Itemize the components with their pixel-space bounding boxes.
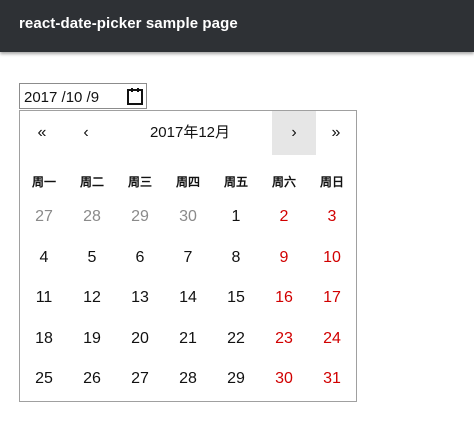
weekday-mon: 周一: [31, 175, 56, 189]
day-tile[interactable]: 2: [260, 197, 308, 237]
day-tile[interactable]: 22: [212, 319, 260, 359]
calendar-popup: « ‹ 2017年12月 › » 周一 周二 周三 周四 周五 周六 周日 27…: [19, 110, 357, 402]
date-input-value[interactable]: 2017 /10 /9: [24, 89, 99, 106]
day-tile[interactable]: 14: [164, 278, 212, 318]
day-tile[interactable]: 28: [164, 359, 212, 399]
day-tile[interactable]: 9: [260, 238, 308, 278]
prev-year-button[interactable]: «: [20, 111, 64, 155]
day-tile[interactable]: 3: [308, 197, 356, 237]
date-input[interactable]: 2017 /10 /9: [19, 83, 147, 109]
next-year-button[interactable]: »: [314, 111, 358, 155]
day-tile[interactable]: 12: [68, 278, 116, 318]
prev-month-button[interactable]: ‹: [64, 111, 108, 155]
day-tile[interactable]: 15: [212, 278, 260, 318]
day-tile[interactable]: 5: [68, 238, 116, 278]
page-title: react-date-picker sample page: [19, 15, 238, 32]
next-month-button[interactable]: ›: [272, 111, 316, 155]
weekday-sun: 周日: [319, 175, 344, 189]
day-tile[interactable]: 27: [116, 359, 164, 399]
top-bar: react-date-picker sample page: [0, 0, 474, 52]
calendar-icon: [127, 88, 143, 105]
day-tile[interactable]: 6: [116, 238, 164, 278]
weekday-fri: 周五: [223, 175, 248, 189]
day-tile[interactable]: 30: [260, 359, 308, 399]
day-tile[interactable]: 25: [20, 359, 68, 399]
day-tile[interactable]: 13: [116, 278, 164, 318]
day-tile[interactable]: 16: [260, 278, 308, 318]
day-tile[interactable]: 31: [308, 359, 356, 399]
day-tile[interactable]: 4: [20, 238, 68, 278]
weekday-thu: 周四: [175, 175, 200, 189]
day-tile[interactable]: 29: [212, 359, 260, 399]
day-tile[interactable]: 21: [164, 319, 212, 359]
day-tile[interactable]: 17: [308, 278, 356, 318]
weekday-tue: 周二: [79, 175, 104, 189]
weekday-header: 周一 周二 周三 周四 周五 周六 周日: [20, 173, 356, 195]
day-tile[interactable]: 20: [116, 319, 164, 359]
day-tile[interactable]: 24: [308, 319, 356, 359]
weekday-wed: 周三: [127, 175, 152, 189]
day-tile[interactable]: 28: [68, 197, 116, 237]
day-tile[interactable]: 19: [68, 319, 116, 359]
calendar-button[interactable]: [125, 86, 145, 106]
month-year-label[interactable]: 2017年12月: [108, 111, 272, 155]
weekday-sat: 周六: [271, 175, 296, 189]
day-tile[interactable]: 23: [260, 319, 308, 359]
day-tile[interactable]: 29: [116, 197, 164, 237]
day-tile[interactable]: 27: [20, 197, 68, 237]
calendar-navigation: « ‹ 2017年12月 › »: [20, 111, 356, 155]
day-tile[interactable]: 18: [20, 319, 68, 359]
day-tile[interactable]: 26: [68, 359, 116, 399]
day-tile[interactable]: 10: [308, 238, 356, 278]
day-tile[interactable]: 1: [212, 197, 260, 237]
day-tile[interactable]: 8: [212, 238, 260, 278]
day-tile[interactable]: 11: [20, 278, 68, 318]
day-tile[interactable]: 7: [164, 238, 212, 278]
day-tile[interactable]: 30: [164, 197, 212, 237]
